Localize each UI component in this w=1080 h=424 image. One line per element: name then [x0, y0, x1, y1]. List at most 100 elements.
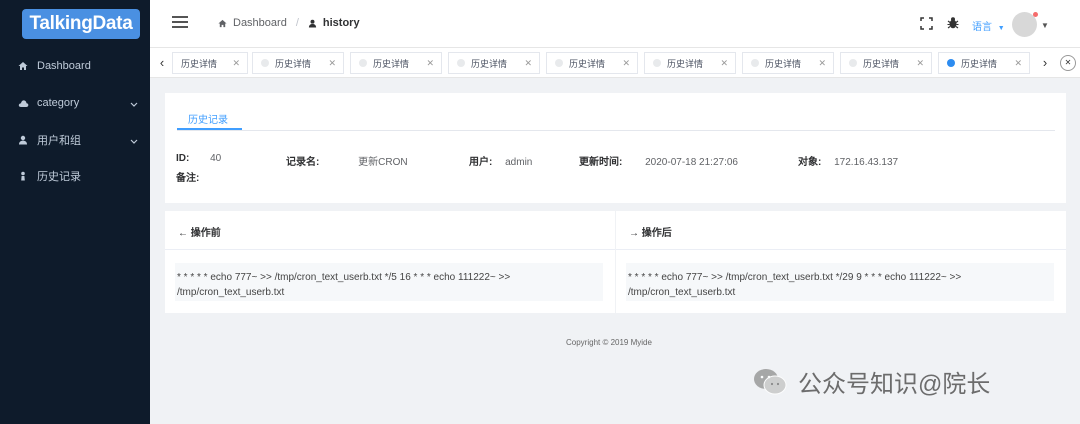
chevron-left-icon[interactable]: ‹ — [155, 55, 169, 71]
language-select[interactable]: 语言 ▼ — [972, 18, 1005, 33]
tab-history-record[interactable]: 历史记录 — [188, 111, 228, 126]
tags-view: ‹ 历史详情 ✕ 历史详情 ✕ 历史详情 ✕ 历史详情 ✕ 历史详情 ✕ 历史详… — [150, 48, 1080, 78]
person-icon — [17, 170, 29, 182]
tag-label: 历史详情 — [765, 58, 802, 69]
id-label: ID: — [176, 153, 190, 164]
tag-item[interactable]: 历史详情 ✕ — [644, 52, 736, 74]
close-icon[interactable]: ✕ — [916, 58, 924, 69]
breadcrumb: Dashboard / history — [218, 17, 360, 29]
close-icon[interactable]: ✕ — [328, 58, 336, 69]
top-navbar: Dashboard / history 语言 ▼ ▼ — [150, 0, 1080, 48]
close-icon[interactable]: ✕ — [1014, 58, 1022, 69]
tag-item[interactable]: 历史详情 ✕ — [172, 52, 248, 74]
close-icon[interactable]: ✕ — [720, 58, 728, 69]
sidebar-item-label: Dashboard — [37, 60, 91, 72]
tag-label: 历史详情 — [471, 58, 508, 69]
tag-label: 历史详情 — [373, 58, 410, 69]
notification-dot — [1033, 12, 1038, 17]
chevron-down-icon — [130, 99, 138, 111]
footer-copyright: Copyright © 2019 Myide — [566, 338, 652, 347]
user-icon — [17, 134, 29, 146]
language-label: 语言 — [972, 22, 992, 33]
dot-icon — [261, 59, 269, 67]
target-value: 172.16.43.137 — [834, 157, 899, 168]
home-icon — [17, 60, 29, 72]
breadcrumb-dashboard[interactable]: Dashboard — [233, 17, 287, 29]
target-label: 对象: — [798, 157, 822, 168]
id-field: ID: 40 — [176, 153, 221, 164]
dot-icon — [457, 59, 465, 67]
sidebar-item-label: category — [37, 97, 80, 109]
after-title: 操作后 — [641, 228, 672, 239]
update-time-label: 更新时间: — [579, 157, 623, 168]
watermark-text: 公众号知识@院长 — [798, 371, 991, 398]
update-time-value: 2020-07-18 21:27:06 — [645, 157, 738, 168]
note-field: 备注: — [176, 169, 199, 184]
tag-item[interactable]: 历史详情 ✕ — [350, 52, 442, 74]
sidebar-item-label: 历史记录 — [37, 171, 81, 183]
bug-icon[interactable] — [946, 16, 960, 30]
fullscreen-icon[interactable] — [920, 17, 933, 30]
sidebar-item-history[interactable]: 历史记录 — [0, 158, 150, 194]
note-label: 备注: — [176, 173, 200, 184]
dot-icon — [653, 59, 661, 67]
tag-item-active[interactable]: 历史详情 ✕ — [938, 52, 1030, 74]
arrow-right-icon: → — [629, 228, 639, 239]
tag-item[interactable]: 历史详情 ✕ — [840, 52, 932, 74]
cloud-icon — [17, 97, 29, 109]
watermark: 公众号知识@院长 — [752, 364, 990, 399]
chevron-right-icon[interactable]: › — [1038, 55, 1052, 71]
sidebar: TalkingData Dashboard category 用户和组 历史记录 — [0, 0, 150, 424]
dot-icon — [555, 59, 563, 67]
close-all-icon[interactable]: ✕ — [1060, 55, 1076, 71]
close-icon[interactable]: ✕ — [524, 58, 532, 69]
tag-label: 历史详情 — [667, 58, 704, 69]
arrow-left-icon: ← — [178, 228, 188, 239]
before-title: 操作前 — [190, 228, 221, 239]
tag-label: 历史详情 — [275, 58, 312, 69]
dot-icon — [849, 59, 857, 67]
close-icon[interactable]: ✕ — [622, 58, 630, 69]
dot-icon — [751, 59, 759, 67]
tag-item[interactable]: 历史详情 ✕ — [742, 52, 834, 74]
tag-item[interactable]: 历史详情 ✕ — [546, 52, 638, 74]
app-logo[interactable]: TalkingData — [22, 9, 140, 39]
tag-item[interactable]: 历史详情 ✕ — [448, 52, 540, 74]
user-label: 用户: — [469, 157, 493, 168]
update-time-field: 更新时间: 2020-07-18 21:27:06 — [579, 153, 738, 168]
divider — [616, 249, 1066, 250]
record-name-field: 记录名: 更新CRON — [286, 153, 408, 168]
sidebar-item-label: 用户和组 — [37, 135, 81, 147]
close-icon[interactable]: ✕ — [426, 58, 434, 69]
tag-item[interactable]: 历史详情 ✕ — [252, 52, 344, 74]
breadcrumb-current: history — [322, 17, 360, 29]
after-line-2: /tmp/cron_text_userb.txt — [628, 287, 736, 298]
record-name-label: 记录名: — [286, 157, 320, 168]
after-panel-header: → 操作后 — [629, 224, 672, 239]
caret-down-icon[interactable]: ▼ — [1041, 21, 1049, 30]
sidebar-item-users-groups[interactable]: 用户和组 — [0, 122, 150, 158]
before-line-2: /tmp/cron_text_userb.txt — [177, 287, 285, 298]
after-line-1: * * * * * echo 777~ >> /tmp/cron_text_us… — [628, 272, 962, 283]
after-panel: → 操作后 * * * * * echo 777~ >> /tmp/cron_t… — [616, 211, 1066, 313]
user-value: admin — [505, 157, 533, 168]
home-icon — [218, 19, 227, 27]
close-icon[interactable]: ✕ — [818, 58, 826, 69]
sidebar-item-dashboard[interactable]: Dashboard — [0, 48, 150, 84]
divider — [165, 249, 615, 250]
hamburger-icon[interactable] — [172, 16, 188, 30]
record-name-value: 更新CRON — [358, 157, 408, 168]
tag-label: 历史详情 — [569, 58, 606, 69]
dot-icon — [359, 59, 367, 67]
tag-label: 历史详情 — [961, 58, 998, 69]
before-panel-header: ← 操作前 — [178, 224, 221, 239]
target-field: 对象: 172.16.43.137 — [798, 153, 898, 168]
before-panel: ← 操作前 * * * * * echo 777~ >> /tmp/cron_t… — [165, 211, 615, 313]
id-value: 40 — [210, 153, 222, 164]
user-field: 用户: admin — [469, 153, 532, 168]
sidebar-item-category[interactable]: category — [0, 85, 150, 121]
close-icon[interactable]: ✕ — [232, 58, 240, 69]
breadcrumb-separator: / — [295, 17, 299, 29]
dot-icon — [947, 59, 955, 67]
caret-down-icon: ▼ — [997, 25, 1005, 32]
